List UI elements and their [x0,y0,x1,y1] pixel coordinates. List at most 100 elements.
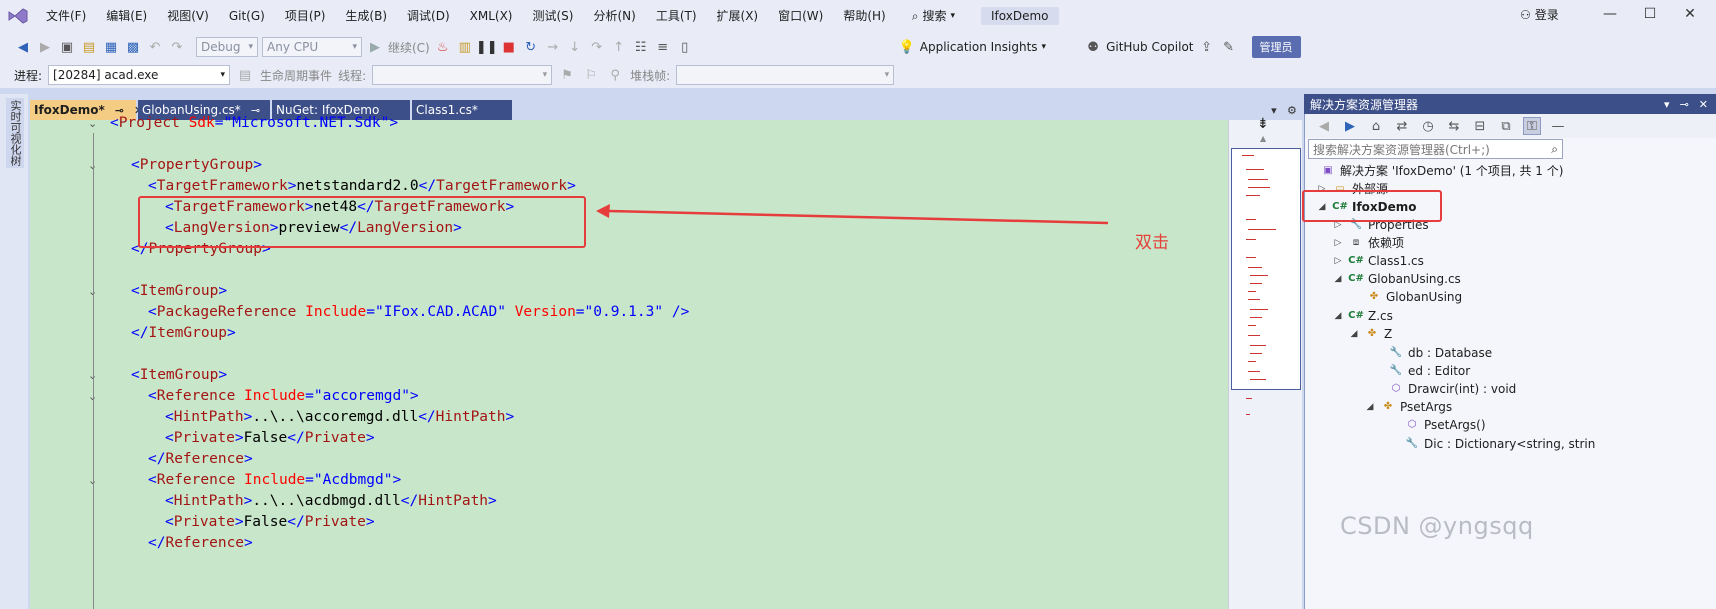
tree-item-globanusing-cs[interactable]: ◢ C# GlobanUsing.cs [1332,270,1461,288]
login-button[interactable]: ⚇ 登录 [1520,6,1559,23]
redo-icon[interactable]: ↷ [168,38,186,56]
configuration-select[interactable]: Debug ▾ [196,37,258,57]
thread-select[interactable]: ▾ [372,65,553,85]
save-icon[interactable]: ▦ [102,38,120,56]
menu-tools[interactable]: 工具(T) [646,0,707,32]
forward-icon[interactable]: ▶ [1341,117,1359,135]
collapse-arrow-icon[interactable]: ◢ [1364,398,1376,416]
feedback-icon[interactable]: ✎ [1220,38,1238,56]
properties-icon[interactable]: ⚿ [1523,117,1541,135]
tree-item-z-cs[interactable]: ◢ C# Z.cs [1332,307,1393,325]
menu-file[interactable]: 文件(F) [36,0,96,32]
pin-icon[interactable]: ⊸ [1680,98,1689,111]
history-icon[interactable]: ◷ [1419,117,1437,135]
flag-filter-icon[interactable]: ⚐ [582,66,600,84]
tree-item-dependencies[interactable]: ▷ ⧈ 依赖项 [1332,234,1404,252]
expand-arrow-icon[interactable]: ▷ [1332,252,1344,270]
tree-item-psetargs-class[interactable]: ◢ ✤ PsetArgs [1364,398,1453,416]
stack-frame-select[interactable]: ▾ [676,65,895,85]
tree-item-globanusing-class[interactable]: ✤ GlobanUsing [1350,288,1462,306]
menu-help[interactable]: 帮助(H) [833,0,895,32]
back-icon[interactable]: ◀ [14,38,32,56]
home-icon[interactable]: ⌂ [1367,117,1385,135]
hot-reload-icon[interactable]: ♨ [434,38,452,56]
expand-arrow-icon[interactable]: ▷ [1332,234,1344,252]
application-insights-button[interactable]: Application Insights [920,40,1038,54]
show-next-statement-icon[interactable]: → [544,38,562,56]
collapse-arrow-icon[interactable]: ◢ [1332,307,1344,325]
tab-class1[interactable]: Class1.cs* [412,100,512,120]
tab-label: IfoxDemo* [34,103,105,117]
tab-dropdown-icon[interactable]: ▾ [1271,104,1277,117]
tree-item-drawcir[interactable]: ⬡ Drawcir(int) : void [1372,380,1517,398]
fold-collapse-icon[interactable]: ⌄ [88,390,100,403]
new-item-icon[interactable]: ▣ [58,38,76,56]
github-copilot-button[interactable]: GitHub Copilot [1106,40,1193,54]
search-button[interactable]: ⌕ 搜索 ▾ [904,5,963,27]
collapse-all-icon[interactable]: ⊟ [1471,117,1489,135]
sync-icon[interactable]: ⇆ [1445,117,1463,135]
menu-extensions[interactable]: 扩展(X) [707,0,769,32]
filter-icon[interactable]: ⚲ [606,66,624,84]
minimize-button[interactable]: — [1600,6,1620,26]
flag-icon[interactable]: ⚑ [558,66,576,84]
fold-collapse-icon[interactable]: ⌄ [88,117,100,130]
menu-analyze[interactable]: 分析(N) [583,0,645,32]
fold-collapse-icon[interactable]: ⌄ [88,285,100,298]
solution-explorer-search-input[interactable]: 搜索解决方案资源管理器(Ctrl+;) ⌕ [1308,139,1563,159]
tree-item-ed[interactable]: 🔧 ed : Editor [1372,362,1470,380]
step-out-icon[interactable]: ↑ [610,38,628,56]
tree-item-dic[interactable]: 🔧 Dic : Dictionary<string, strin [1388,435,1596,453]
tree-item-z-class[interactable]: ◢ ✤ Z [1348,325,1393,343]
panel-dropdown-icon[interactable]: ▾ [1664,98,1670,111]
maximize-button[interactable]: ☐ [1640,6,1660,26]
lifecycle-events-button[interactable]: 生命周期事件 [260,67,332,84]
live-visual-tree-tab[interactable]: 实时可视化树 [6,98,24,168]
comment-icon[interactable]: ≡ [654,38,672,56]
save-all-icon[interactable]: ▩ [124,38,142,56]
menu-build[interactable]: 生成(B) [335,0,397,32]
scroll-up-icon[interactable]: ▲ [1260,134,1266,143]
pause-icon[interactable]: ❚❚ [476,38,498,56]
menu-edit[interactable]: 编辑(E) [96,0,157,32]
process-select[interactable]: [20284] acad.exe ▾ [48,65,231,85]
breakpoints-icon[interactable]: ☷ [632,38,650,56]
menu-view[interactable]: 视图(V) [157,0,219,32]
switch-views-icon[interactable]: ⇄ [1393,117,1411,135]
collapse-arrow-icon[interactable]: ◢ [1332,270,1344,288]
tree-item-class1-cs[interactable]: ▷ C# Class1.cs [1332,252,1424,270]
platform-select[interactable]: Any CPU ▾ [262,37,362,57]
show-all-files-icon[interactable]: ⧉ [1497,117,1515,135]
tree-item-solution[interactable]: ▣ 解决方案 'IfoxDemo' (1 个项目, 共 1 个) [1320,162,1563,180]
fold-collapse-icon[interactable]: ⌄ [88,159,100,172]
close-icon[interactable]: ✕ [1699,98,1708,111]
open-icon[interactable]: ▤ [80,38,98,56]
minimap-viewport[interactable] [1231,148,1301,390]
fold-collapse-icon[interactable]: ⌄ [88,474,100,487]
menu-xml[interactable]: XML(X) [460,0,523,32]
undo-icon[interactable]: ↶ [146,38,164,56]
bookmark-icon[interactable]: ▯ [676,38,694,56]
continue-button[interactable]: 继续(C) [388,39,430,56]
browser-link-icon[interactable]: ▥ [456,38,474,56]
tree-item-psetargs-ctor[interactable]: ⬡ PsetArgs() [1388,416,1486,434]
menu-debug[interactable]: 调试(D) [397,0,460,32]
step-into-icon[interactable]: ↓ [566,38,584,56]
share-icon[interactable]: ⇪ [1198,38,1216,56]
menu-window[interactable]: 窗口(W) [768,0,833,32]
settings-icon[interactable]: ⚙ [1287,104,1297,117]
fold-collapse-icon[interactable]: ⌄ [88,369,100,382]
menu-project[interactable]: 项目(P) [275,0,336,32]
collapse-arrow-icon[interactable]: ◢ [1348,325,1360,343]
forward-icon[interactable]: ▶ [36,38,54,56]
back-icon[interactable]: ◀ [1315,117,1333,135]
menu-test[interactable]: 测试(S) [522,0,583,32]
split-icon[interactable]: ⇟ [1257,116,1269,132]
close-button[interactable]: ✕ [1680,6,1700,26]
more-icon[interactable]: — [1549,117,1567,135]
stop-icon[interactable]: ■ [500,38,518,56]
step-over-icon[interactable]: ↷ [588,38,606,56]
tree-item-db[interactable]: 🔧 db : Database [1372,344,1492,362]
menu-git[interactable]: Git(G) [219,0,275,32]
restart-icon[interactable]: ↻ [522,38,540,56]
